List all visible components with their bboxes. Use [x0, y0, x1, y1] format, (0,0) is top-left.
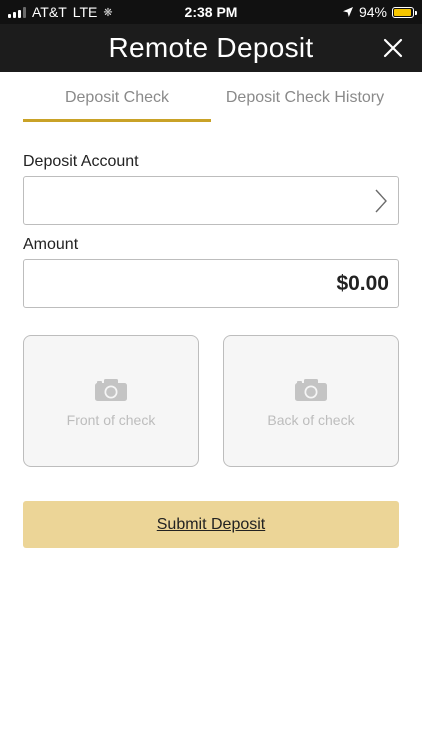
camera-icon [295, 379, 327, 401]
submit-deposit-button[interactable]: Submit Deposit [23, 501, 399, 548]
status-bar: AT&T LTE ❋ 2:38 PM 94% [0, 0, 422, 24]
chevron-right-icon [375, 189, 387, 213]
location-arrow-icon [342, 6, 354, 18]
battery-fill [394, 8, 411, 16]
tab-bar: Deposit Check Deposit Check History [23, 72, 399, 122]
battery-icon [392, 6, 417, 18]
camera-icon [95, 379, 127, 401]
close-button[interactable] [382, 37, 404, 59]
front-of-check-capture[interactable]: Front of check [23, 335, 199, 467]
deposit-account-label: Deposit Account [23, 153, 139, 170]
amount-label: Amount [23, 236, 79, 253]
close-icon [383, 38, 403, 58]
tab-deposit-check-history[interactable]: Deposit Check History [211, 72, 399, 122]
back-of-check-label: Back of check [267, 412, 355, 428]
tab-deposit-check[interactable]: Deposit Check [23, 72, 211, 122]
header-bar: Remote Deposit [0, 24, 422, 72]
amount-input[interactable] [24, 260, 398, 307]
page-title: Remote Deposit [108, 32, 314, 63]
front-of-check-label: Front of check [66, 412, 156, 428]
battery-percent: 94% [358, 4, 387, 20]
amount-field [23, 259, 399, 308]
status-right: 94% [342, 4, 417, 20]
active-tab-indicator [23, 119, 211, 122]
deposit-account-selector[interactable] [23, 176, 399, 225]
remote-deposit-screen: AT&T LTE ❋ 2:38 PM 94% Remote Deposit De… [0, 0, 422, 750]
back-of-check-capture[interactable]: Back of check [223, 335, 399, 467]
